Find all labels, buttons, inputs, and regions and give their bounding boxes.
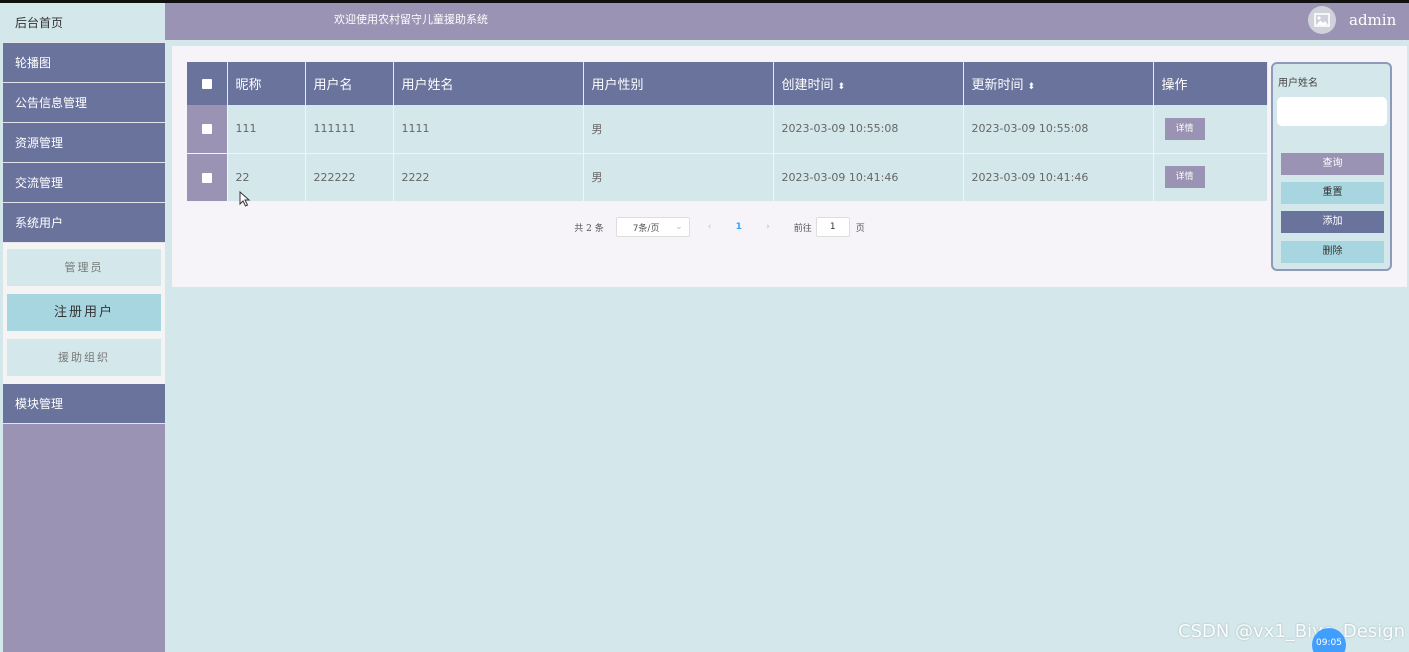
sidebar-item-resources[interactable]: 资源管理 bbox=[3, 123, 165, 163]
sidebar-item-modules[interactable]: 模块管理 bbox=[3, 384, 165, 424]
cell-actions: 详情 bbox=[1153, 153, 1268, 202]
submenu-item-registered-users[interactable]: 注册用户 bbox=[7, 294, 161, 331]
page-unit-label: 页 bbox=[855, 223, 865, 234]
row-checkbox[interactable] bbox=[187, 153, 228, 202]
sidebar-item-home[interactable]: 后台首页 bbox=[3, 3, 165, 43]
pagination-total: 共 2 条 bbox=[574, 223, 604, 234]
search-panel: 用户姓名 查询 重置 添加 删除 bbox=[1271, 62, 1392, 271]
column-realname: 用户姓名 bbox=[393, 62, 584, 105]
cell-created: 2023-03-09 10:55:08 bbox=[773, 105, 964, 154]
cell-gender: 男 bbox=[583, 105, 774, 154]
page-navigation: ‹ 1 › bbox=[700, 217, 778, 237]
pagination: 共 2 条 7条/页 ⌄ ‹ 1 › 前往 1 页 bbox=[172, 216, 1267, 238]
detail-button[interactable]: 详情 bbox=[1164, 166, 1205, 188]
column-username: 用户名 bbox=[305, 62, 394, 105]
table-row: 22 222222 2222 男 2023-03-09 10:41:46 202… bbox=[187, 153, 1268, 202]
chevron-down-icon: ⌄ bbox=[675, 222, 683, 232]
cell-realname: 2222 bbox=[393, 153, 584, 202]
column-created-label: 创建时间 bbox=[781, 78, 834, 93]
cell-nickname: 111 bbox=[227, 105, 306, 154]
sidebar-item-carousel[interactable]: 轮播图 bbox=[3, 43, 165, 83]
cell-username: 111111 bbox=[305, 105, 394, 154]
page-size-select[interactable]: 7条/页 ⌄ bbox=[615, 217, 690, 237]
sidebar-item-system-users[interactable]: 系统用户 bbox=[3, 203, 165, 243]
sort-icon[interactable]: ⬍ bbox=[1028, 82, 1036, 92]
avatar-image-icon bbox=[1314, 13, 1330, 27]
goto-page-input[interactable]: 1 bbox=[815, 217, 850, 237]
table-header-row: 昵称 用户名 用户姓名 用户性别 创建时间 ⬍ 更新时间 ⬍ 操作 bbox=[187, 62, 1268, 105]
image-icon[interactable] bbox=[1308, 6, 1336, 34]
realname-search-input[interactable] bbox=[1277, 97, 1387, 126]
top-header: 欢迎使用农村留守儿童援助系统 admin bbox=[165, 3, 1409, 40]
sidebar-item-communication[interactable]: 交流管理 bbox=[3, 163, 165, 203]
sidebar: 后台首页 轮播图 公告信息管理 资源管理 交流管理 系统用户 管理员 注册用户 … bbox=[3, 3, 165, 652]
goto-label: 前往 bbox=[793, 223, 812, 234]
main-panel: 昵称 用户名 用户姓名 用户性别 创建时间 ⬍ 更新时间 ⬍ 操作 111 1111… bbox=[172, 46, 1407, 287]
cell-realname: 1111 bbox=[393, 105, 584, 154]
column-created[interactable]: 创建时间 ⬍ bbox=[773, 62, 964, 105]
sidebar-submenu: 管理员 注册用户 援助组织 bbox=[3, 243, 165, 384]
add-button[interactable]: 添加 bbox=[1281, 211, 1384, 233]
cell-actions: 详情 bbox=[1153, 105, 1268, 154]
next-page-icon[interactable]: › bbox=[766, 222, 770, 232]
sidebar-item-announcements[interactable]: 公告信息管理 bbox=[3, 83, 165, 123]
select-all-checkbox[interactable] bbox=[187, 62, 228, 105]
submenu-item-aid-organizations[interactable]: 援助组织 bbox=[7, 339, 161, 376]
column-gender: 用户性别 bbox=[583, 62, 774, 105]
mouse-cursor-icon bbox=[239, 191, 251, 207]
checkbox-box[interactable] bbox=[201, 172, 212, 183]
checkbox-box[interactable] bbox=[201, 78, 212, 89]
reset-button[interactable]: 重置 bbox=[1281, 182, 1384, 204]
row-checkbox[interactable] bbox=[187, 105, 228, 154]
page-size-value: 7条/页 bbox=[632, 223, 660, 234]
cell-updated: 2023-03-09 10:41:46 bbox=[963, 153, 1154, 202]
current-page[interactable]: 1 bbox=[736, 222, 742, 232]
watermark: CSDN @vx1_Biye_Design bbox=[1178, 621, 1406, 642]
detail-button[interactable]: 详情 bbox=[1164, 117, 1205, 140]
sort-icon[interactable]: ⬍ bbox=[838, 82, 846, 92]
checkbox-box[interactable] bbox=[201, 124, 212, 135]
column-updated-label: 更新时间 bbox=[971, 78, 1024, 93]
welcome-text: 欢迎使用农村留守儿童援助系统 bbox=[334, 13, 488, 26]
cell-created: 2023-03-09 10:41:46 bbox=[773, 153, 964, 202]
search-label: 用户姓名 bbox=[1278, 78, 1318, 89]
column-actions: 操作 bbox=[1153, 62, 1268, 105]
query-button[interactable]: 查询 bbox=[1281, 153, 1384, 175]
column-nickname: 昵称 bbox=[227, 62, 306, 105]
cell-gender: 男 bbox=[583, 153, 774, 202]
prev-page-icon[interactable]: ‹ bbox=[708, 222, 712, 232]
cell-updated: 2023-03-09 10:55:08 bbox=[963, 105, 1154, 154]
submenu-item-admins[interactable]: 管理员 bbox=[7, 249, 161, 286]
cell-username: 222222 bbox=[305, 153, 394, 202]
column-updated[interactable]: 更新时间 ⬍ bbox=[963, 62, 1154, 105]
table-row: 111 111111 1111 男 2023-03-09 10:55:08 20… bbox=[187, 105, 1268, 154]
username[interactable]: admin bbox=[1349, 3, 1396, 37]
users-table: 昵称 用户名 用户姓名 用户性别 创建时间 ⬍ 更新时间 ⬍ 操作 111 1111… bbox=[187, 62, 1268, 202]
delete-button[interactable]: 删除 bbox=[1281, 241, 1384, 263]
